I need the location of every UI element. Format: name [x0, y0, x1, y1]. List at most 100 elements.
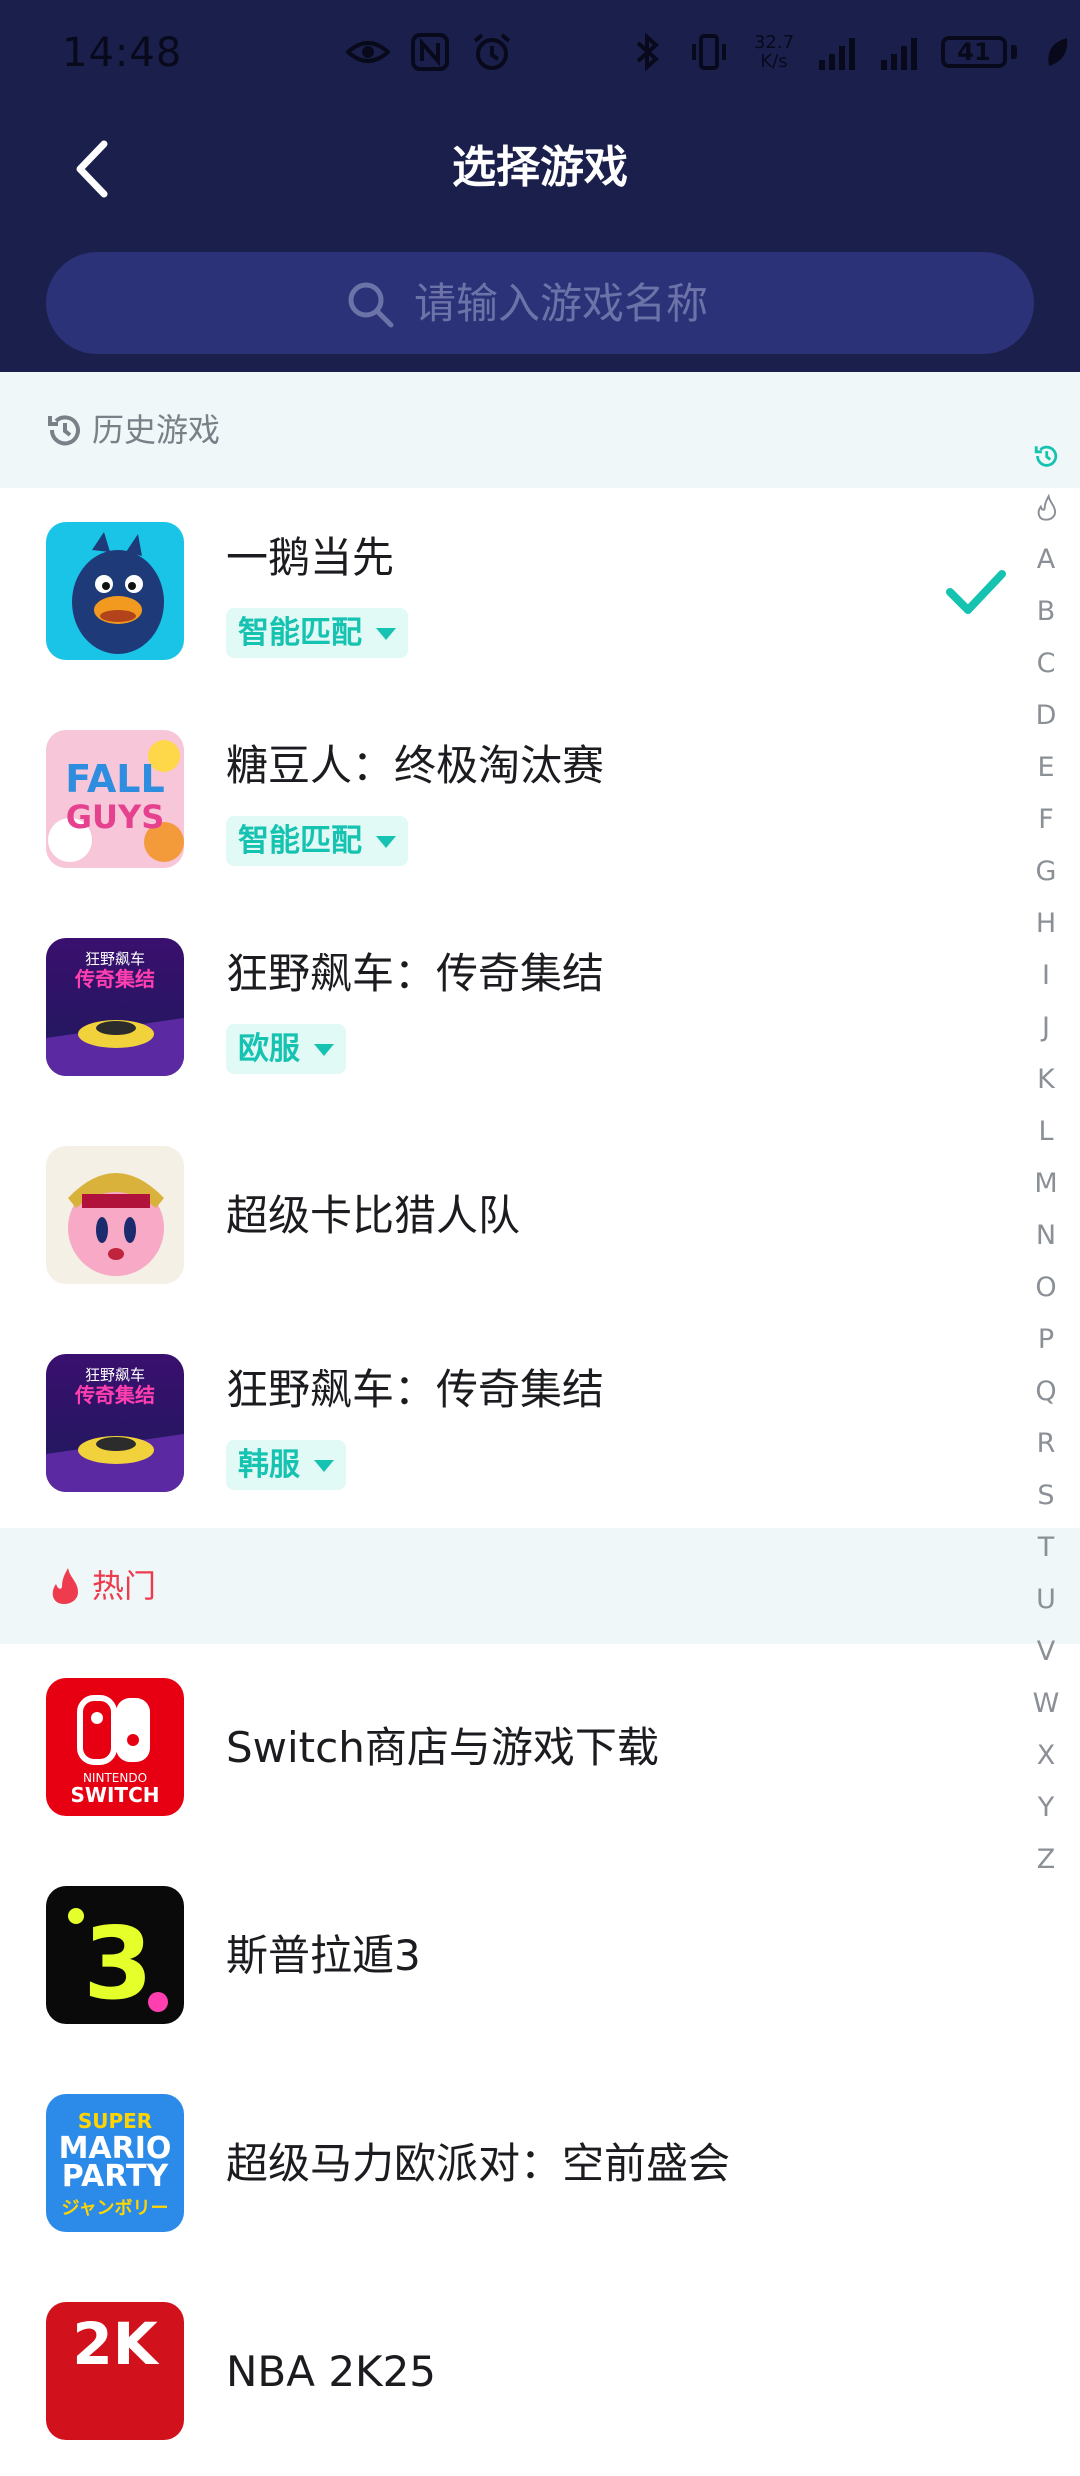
index-letter-g[interactable]: G	[1020, 846, 1072, 898]
index-letter-m[interactable]: M	[1020, 1158, 1072, 1210]
battery-cap	[1011, 45, 1017, 59]
index-letter-p[interactable]: P	[1020, 1314, 1072, 1366]
index-letter-a[interactable]: A	[1020, 534, 1072, 586]
index-hot[interactable]	[1020, 482, 1072, 534]
section-history: 历史游戏	[0, 372, 1080, 488]
index-letters[interactable]: ABCDEFGHIJKLMNOPQRSTUVWXYZ	[1020, 534, 1072, 1886]
status-time: 14:48	[62, 30, 183, 76]
game-row-4[interactable]: 超级卡比猎人队	[0, 1112, 1000, 1320]
signal-icon	[819, 38, 855, 70]
index-letter-i[interactable]: I	[1020, 950, 1072, 1002]
server-tag-label: 欧服	[238, 1031, 300, 1067]
search-input[interactable]	[414, 270, 974, 336]
game-icon-splatoon: 3	[46, 1886, 184, 2024]
index-letter-s[interactable]: S	[1020, 1470, 1072, 1522]
mario-party-icon: SUPER MARIO PARTY ジャンボリー	[46, 2094, 184, 2232]
asphalt-icon: 狂野飙车 传奇集结	[46, 1354, 184, 1492]
hot-row-4[interactable]: 2K NBA 2K25	[0, 2268, 1000, 2476]
asphalt-logo: 狂野飙车	[85, 950, 145, 968]
index-letter-t[interactable]: T	[1020, 1522, 1072, 1574]
server-tag-dropdown[interactable]: 智能匹配	[226, 816, 408, 866]
asphalt-sub: 传奇集结	[74, 967, 155, 991]
index-letter-c[interactable]: C	[1020, 638, 1072, 690]
server-tag-dropdown[interactable]: 韩服	[226, 1440, 346, 1490]
game-name: 超级卡比猎人队	[226, 1191, 521, 1240]
mario-logo-1: SUPER	[78, 2109, 152, 2133]
index-letter-e[interactable]: E	[1020, 742, 1072, 794]
index-letter-b[interactable]: B	[1020, 586, 1072, 638]
page-title: 选择游戏	[452, 142, 628, 193]
game-icon-fall-guys: FALL GUYS	[46, 730, 184, 868]
game-name: 超级马力欧派对：空前盛会	[226, 2139, 731, 2188]
server-tag-dropdown[interactable]: 欧服	[226, 1024, 346, 1074]
fall-guys-icon: FALL GUYS	[46, 730, 184, 868]
index-history[interactable]	[1020, 430, 1072, 482]
alphabet-index[interactable]: ABCDEFGHIJKLMNOPQRSTUVWXYZ	[1020, 430, 1072, 1886]
index-letter-x[interactable]: X	[1020, 1730, 1072, 1782]
game-name: 一鹅当先	[226, 533, 395, 582]
index-letter-f[interactable]: F	[1020, 794, 1072, 846]
index-letter-q[interactable]: Q	[1020, 1366, 1072, 1418]
game-name: 斯普拉遁3	[226, 1931, 421, 1980]
game-name: Switch商店与游戏下载	[226, 1723, 659, 1772]
index-letter-u[interactable]: U	[1020, 1574, 1072, 1626]
game-name: 狂野飙车：传奇集结	[226, 949, 605, 998]
index-letter-j[interactable]: J	[1020, 1002, 1072, 1054]
switch-label: SWITCH	[71, 1783, 160, 1807]
top-header: 14:48 32.7 K/s 41 选择游戏	[0, 0, 1080, 372]
game-icon-switch: NINTENDO SWITCH	[46, 1678, 184, 1816]
index-letter-l[interactable]: L	[1020, 1106, 1072, 1158]
server-tag-label: 韩服	[238, 1447, 300, 1483]
nintendo-switch-icon: NINTENDO SWITCH	[46, 1678, 184, 1816]
index-letter-v[interactable]: V	[1020, 1626, 1072, 1678]
kirby-icon	[46, 1146, 184, 1284]
status-center-icons	[346, 30, 514, 74]
battery-icon: 41	[941, 36, 1007, 68]
game-icon-kirby	[46, 1146, 184, 1284]
bluetooth-icon	[636, 32, 660, 72]
server-tag-dropdown[interactable]: 智能匹配	[226, 608, 408, 658]
caret-down-icon	[376, 836, 396, 848]
index-letter-d[interactable]: D	[1020, 690, 1072, 742]
flame-icon	[52, 1568, 78, 1604]
index-letter-w[interactable]: W	[1020, 1678, 1072, 1730]
game-row-5[interactable]: 狂野飙车 传奇集结 狂野飙车：传奇集结 韩服	[0, 1320, 1000, 1528]
game-row-3[interactable]: 狂野飙车 传奇集结 狂野飙车：传奇集结 欧服	[0, 904, 1000, 1112]
net-speed: 32.7 K/s	[749, 33, 799, 71]
nfc-icon	[411, 33, 449, 71]
index-letter-o[interactable]: O	[1020, 1262, 1072, 1314]
index-letter-z[interactable]: Z	[1020, 1834, 1072, 1886]
index-letter-r[interactable]: R	[1020, 1418, 1072, 1470]
alarm-icon	[473, 33, 511, 70]
game-icon-mario-party: SUPER MARIO PARTY ジャンボリー	[46, 2094, 184, 2232]
status-right-icons: 32.7 K/s 41	[625, 30, 1079, 74]
nba-logo: 2K	[72, 2310, 159, 2378]
history-index-icon	[1034, 445, 1058, 467]
splatoon-icon: 3	[46, 1886, 184, 2024]
nba-2k-icon: 2K	[46, 2302, 184, 2440]
game-row-1[interactable]: 一鹅当先 智能匹配	[0, 488, 1000, 696]
index-letter-n[interactable]: N	[1020, 1210, 1072, 1262]
hot-row-3[interactable]: SUPER MARIO PARTY ジャンボリー 超级马力欧派对：空前盛会	[0, 2060, 1000, 2268]
hot-row-2[interactable]: 3 斯普拉遁3	[0, 1852, 1000, 2060]
game-row-2[interactable]: FALL GUYS 糖豆人：终极淘汰赛 智能匹配	[0, 696, 1000, 904]
signal-icon-2	[881, 38, 917, 70]
splatoon-logo: 3	[83, 1905, 153, 2022]
game-icon-asphalt-2: 狂野飙车 传奇集结	[46, 1354, 184, 1492]
server-tag-label: 智能匹配	[238, 823, 362, 859]
index-letter-y[interactable]: Y	[1020, 1782, 1072, 1834]
search-bar[interactable]	[46, 252, 1034, 354]
index-letter-h[interactable]: H	[1020, 898, 1072, 950]
game-icon-nba-2k25: 2K	[46, 2302, 184, 2440]
index-letter-k[interactable]: K	[1020, 1054, 1072, 1106]
vibrate-icon	[692, 34, 726, 70]
asphalt-sub: 传奇集结	[74, 1383, 155, 1407]
hot-row-1[interactable]: NINTENDO SWITCH Switch商店与游戏下载	[0, 1644, 1000, 1852]
goose-icon	[46, 522, 184, 660]
net-speed-unit: K/s	[760, 51, 788, 72]
status-bar: 14:48 32.7 K/s 41	[0, 0, 1080, 108]
flame-index-icon	[1037, 494, 1057, 521]
mario-logo-4: ジャンボリー	[61, 2198, 168, 2219]
game-icon-goose	[46, 522, 184, 660]
mario-logo-3: PARTY	[62, 2159, 170, 2194]
